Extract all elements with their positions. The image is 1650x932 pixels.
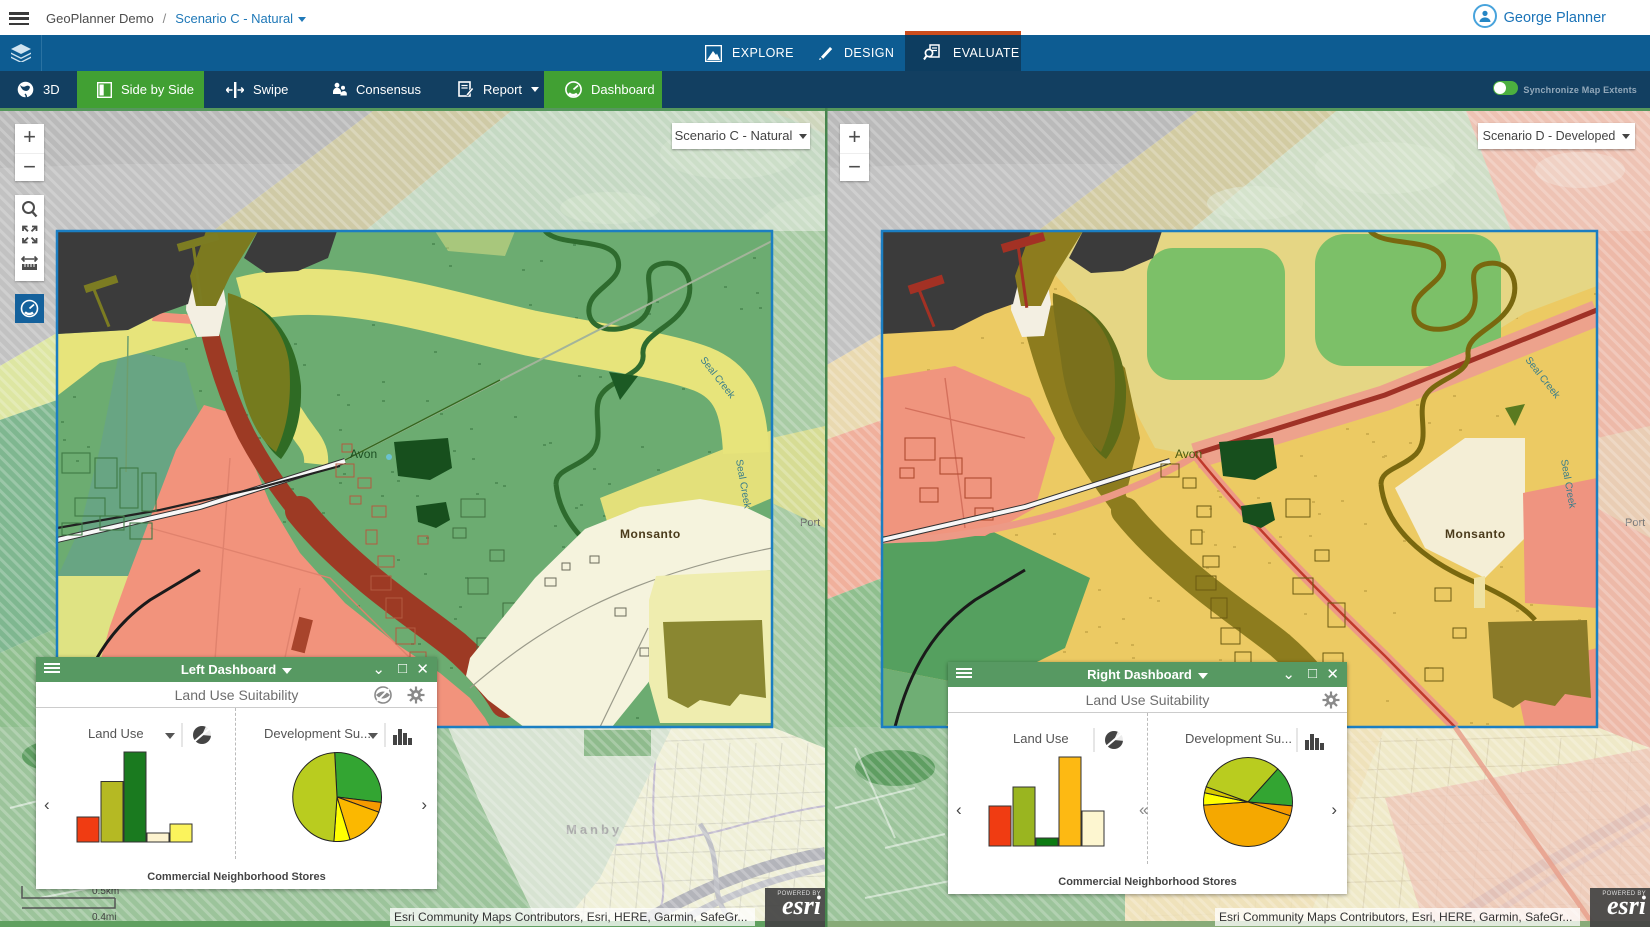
svg-text:Avon: Avon xyxy=(350,447,377,461)
svg-text:Monsanto: Monsanto xyxy=(620,527,681,541)
svg-text:0.4mi: 0.4mi xyxy=(92,912,116,923)
svg-text:Monsanto: Monsanto xyxy=(1445,527,1506,541)
svg-text:Avon: Avon xyxy=(1175,447,1202,461)
